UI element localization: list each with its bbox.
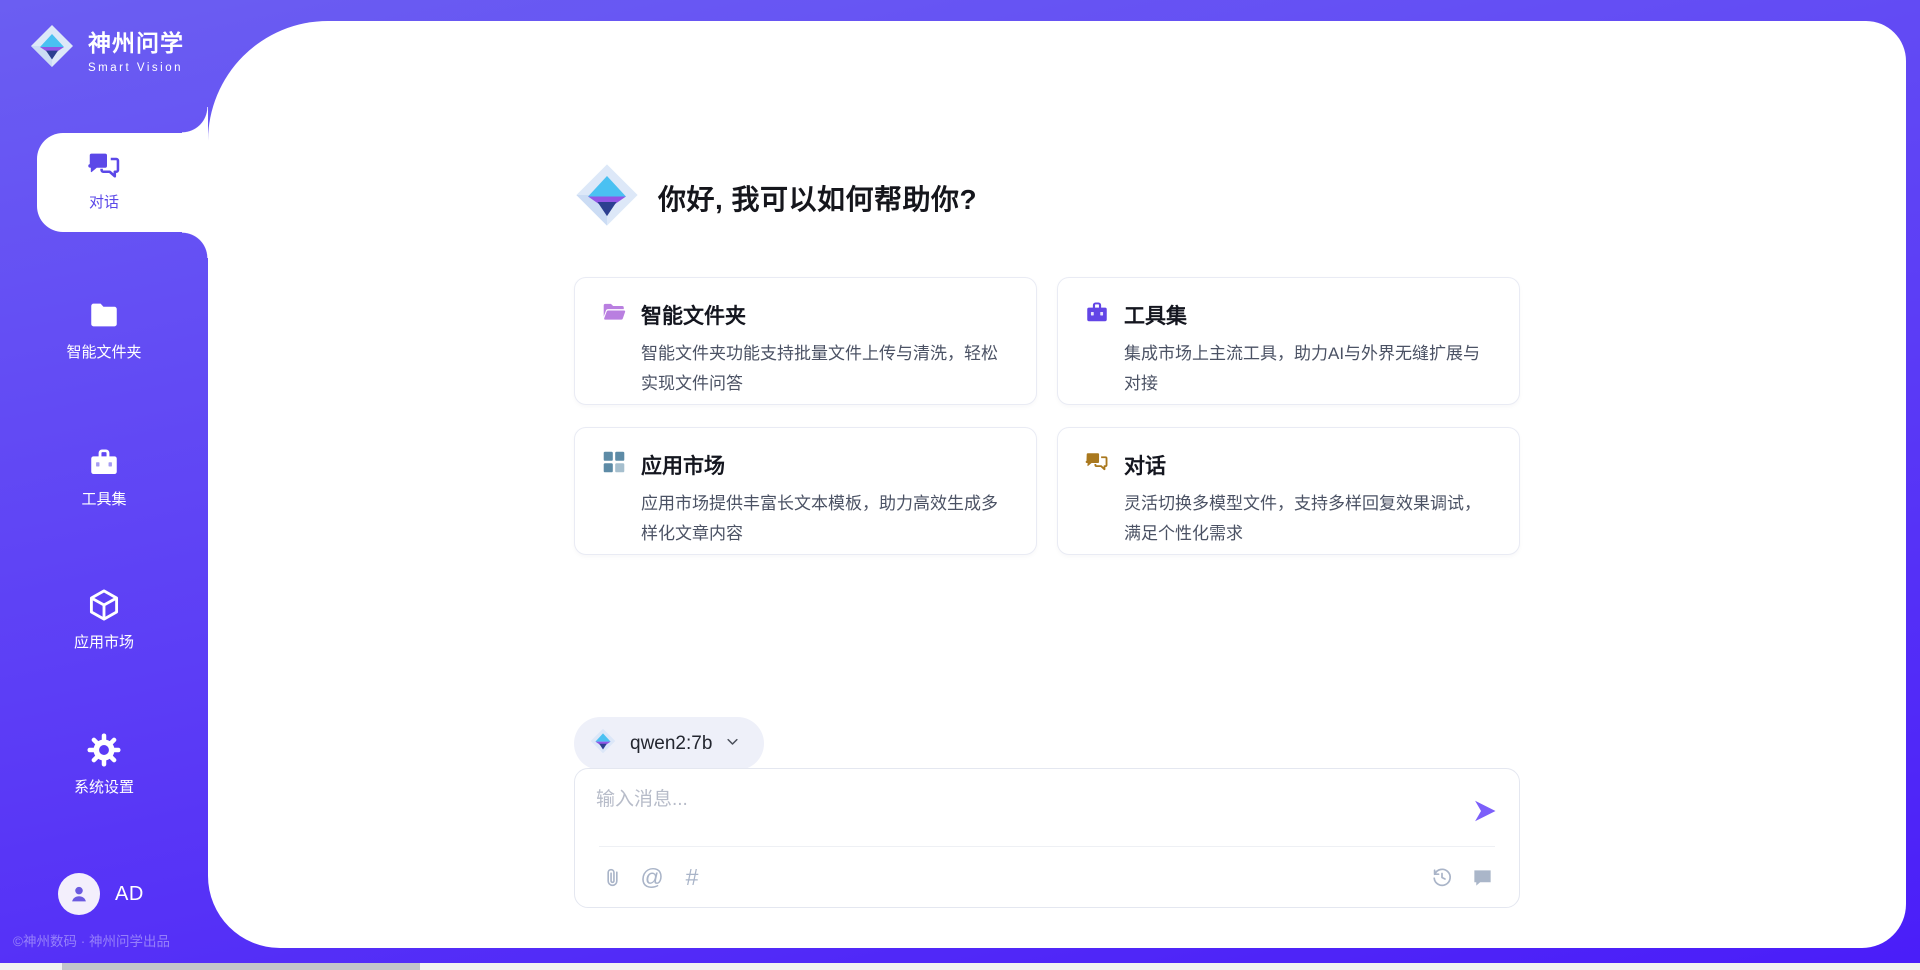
feature-card-toolset[interactable]: 工具集 集成市场上主流工具，助力AI与外界无缝扩展与对接 [1057, 277, 1520, 405]
toolbox-icon [86, 444, 122, 480]
message-composer: @ # [574, 768, 1520, 908]
comment-icon [1471, 866, 1494, 889]
scrollbar-thumb[interactable] [62, 963, 420, 970]
send-button[interactable] [1470, 797, 1500, 827]
chevron-down-icon [725, 734, 740, 754]
feature-card-chat[interactable]: 对话 灵活切换多模型文件，支持多样回复效果调试，满足个性化需求 [1057, 427, 1520, 555]
sidebar-item-label: 工具集 [81, 488, 126, 509]
new-chat-button[interactable] [1469, 864, 1495, 890]
avatar [58, 873, 100, 915]
card-description: 智能文件夹功能支持批量文件上传与清洗，轻松实现文件问答 [641, 339, 1014, 399]
sidebar-item-settings[interactable]: 系统设置 [0, 732, 208, 797]
user-menu[interactable]: AD [58, 873, 144, 915]
brand-title: 神州问学 [88, 24, 184, 58]
greeting-block: 你好, 我可以如何帮助你? [572, 160, 977, 235]
history-button[interactable] [1429, 864, 1455, 890]
card-title: 应用市场 [641, 450, 725, 480]
brand-logo: 神州问学 Smart Vision [28, 22, 184, 75]
feature-card-app-market[interactable]: 应用市场 应用市场提供丰富长文本模板，助力高效生成多样化文章内容 [574, 427, 1037, 555]
main-panel: 你好, 我可以如何帮助你? 智能文件夹 智能文件夹功能支持批量文件 [208, 21, 1906, 948]
gear-icon [86, 732, 122, 768]
brand-diamond-icon [28, 22, 76, 75]
horizontal-scrollbar[interactable] [0, 963, 1920, 970]
active-nav-fillet-bottom [182, 232, 208, 258]
sidebar-item-label: 系统设置 [74, 776, 134, 797]
model-selector[interactable]: qwen2:7b [574, 717, 764, 770]
card-description: 应用市场提供丰富长文本模板，助力高效生成多样化文章内容 [641, 489, 1014, 549]
composer-toolbar: @ # [599, 846, 1495, 907]
card-title: 智能文件夹 [641, 300, 746, 330]
feature-cards: 智能文件夹 智能文件夹功能支持批量文件上传与清洗，轻松实现文件问答 工具集 集 [574, 277, 1520, 555]
sidebar-item-chat[interactable]: 对话 [0, 147, 208, 212]
card-title: 对话 [1124, 450, 1166, 480]
sidebar: 神州问学 Smart Vision 对话 智能文件夹 [0, 0, 208, 970]
sidebar-item-app-market[interactable]: 应用市场 [0, 587, 208, 652]
active-nav-fillet-top [182, 107, 208, 133]
grid-icon [601, 449, 627, 480]
card-title: 工具集 [1124, 300, 1187, 330]
brand-diamond-icon [572, 160, 642, 235]
toolbox-icon [1084, 299, 1110, 330]
user-name: AD [115, 883, 144, 906]
sidebar-item-toolset[interactable]: 工具集 [0, 444, 208, 509]
card-description: 灵活切换多模型文件，支持多样回复效果调试，满足个性化需求 [1124, 489, 1497, 549]
paperclip-icon [601, 866, 624, 889]
person-icon [68, 883, 90, 905]
topic-button[interactable]: # [679, 864, 705, 890]
card-description: 集成市场上主流工具，助力AI与外界无缝扩展与对接 [1124, 339, 1497, 399]
brand-subtitle: Smart Vision [88, 62, 184, 74]
sidebar-item-smart-folder[interactable]: 智能文件夹 [0, 297, 208, 362]
mention-button[interactable]: @ [639, 864, 665, 890]
hash-icon: # [686, 866, 699, 889]
feature-card-smart-folder[interactable]: 智能文件夹 智能文件夹功能支持批量文件上传与清洗，轻松实现文件问答 [574, 277, 1037, 405]
sidebar-item-label: 智能文件夹 [66, 341, 141, 362]
cube-icon [86, 587, 122, 623]
chat-bubbles-icon [1084, 449, 1110, 480]
sidebar-item-label: 应用市场 [74, 631, 134, 652]
main-content: 你好, 我可以如何帮助你? 智能文件夹 智能文件夹功能支持批量文件 [574, 21, 1520, 948]
greeting-title: 你好, 我可以如何帮助你? [658, 178, 977, 218]
message-input[interactable] [596, 784, 1456, 839]
history-icon [1430, 865, 1454, 889]
at-sign-icon: @ [640, 866, 663, 889]
brand-diamond-icon [589, 727, 617, 760]
sidebar-item-label: 对话 [89, 191, 119, 212]
folder-icon [86, 297, 122, 333]
chat-bubbles-icon [86, 147, 122, 183]
attach-file-button[interactable] [599, 864, 625, 890]
model-name: qwen2:7b [630, 733, 712, 755]
copyright-text: ©神州数码 · 神州问学出品 [13, 930, 170, 950]
send-icon [1471, 797, 1499, 825]
folder-open-icon [601, 299, 627, 330]
